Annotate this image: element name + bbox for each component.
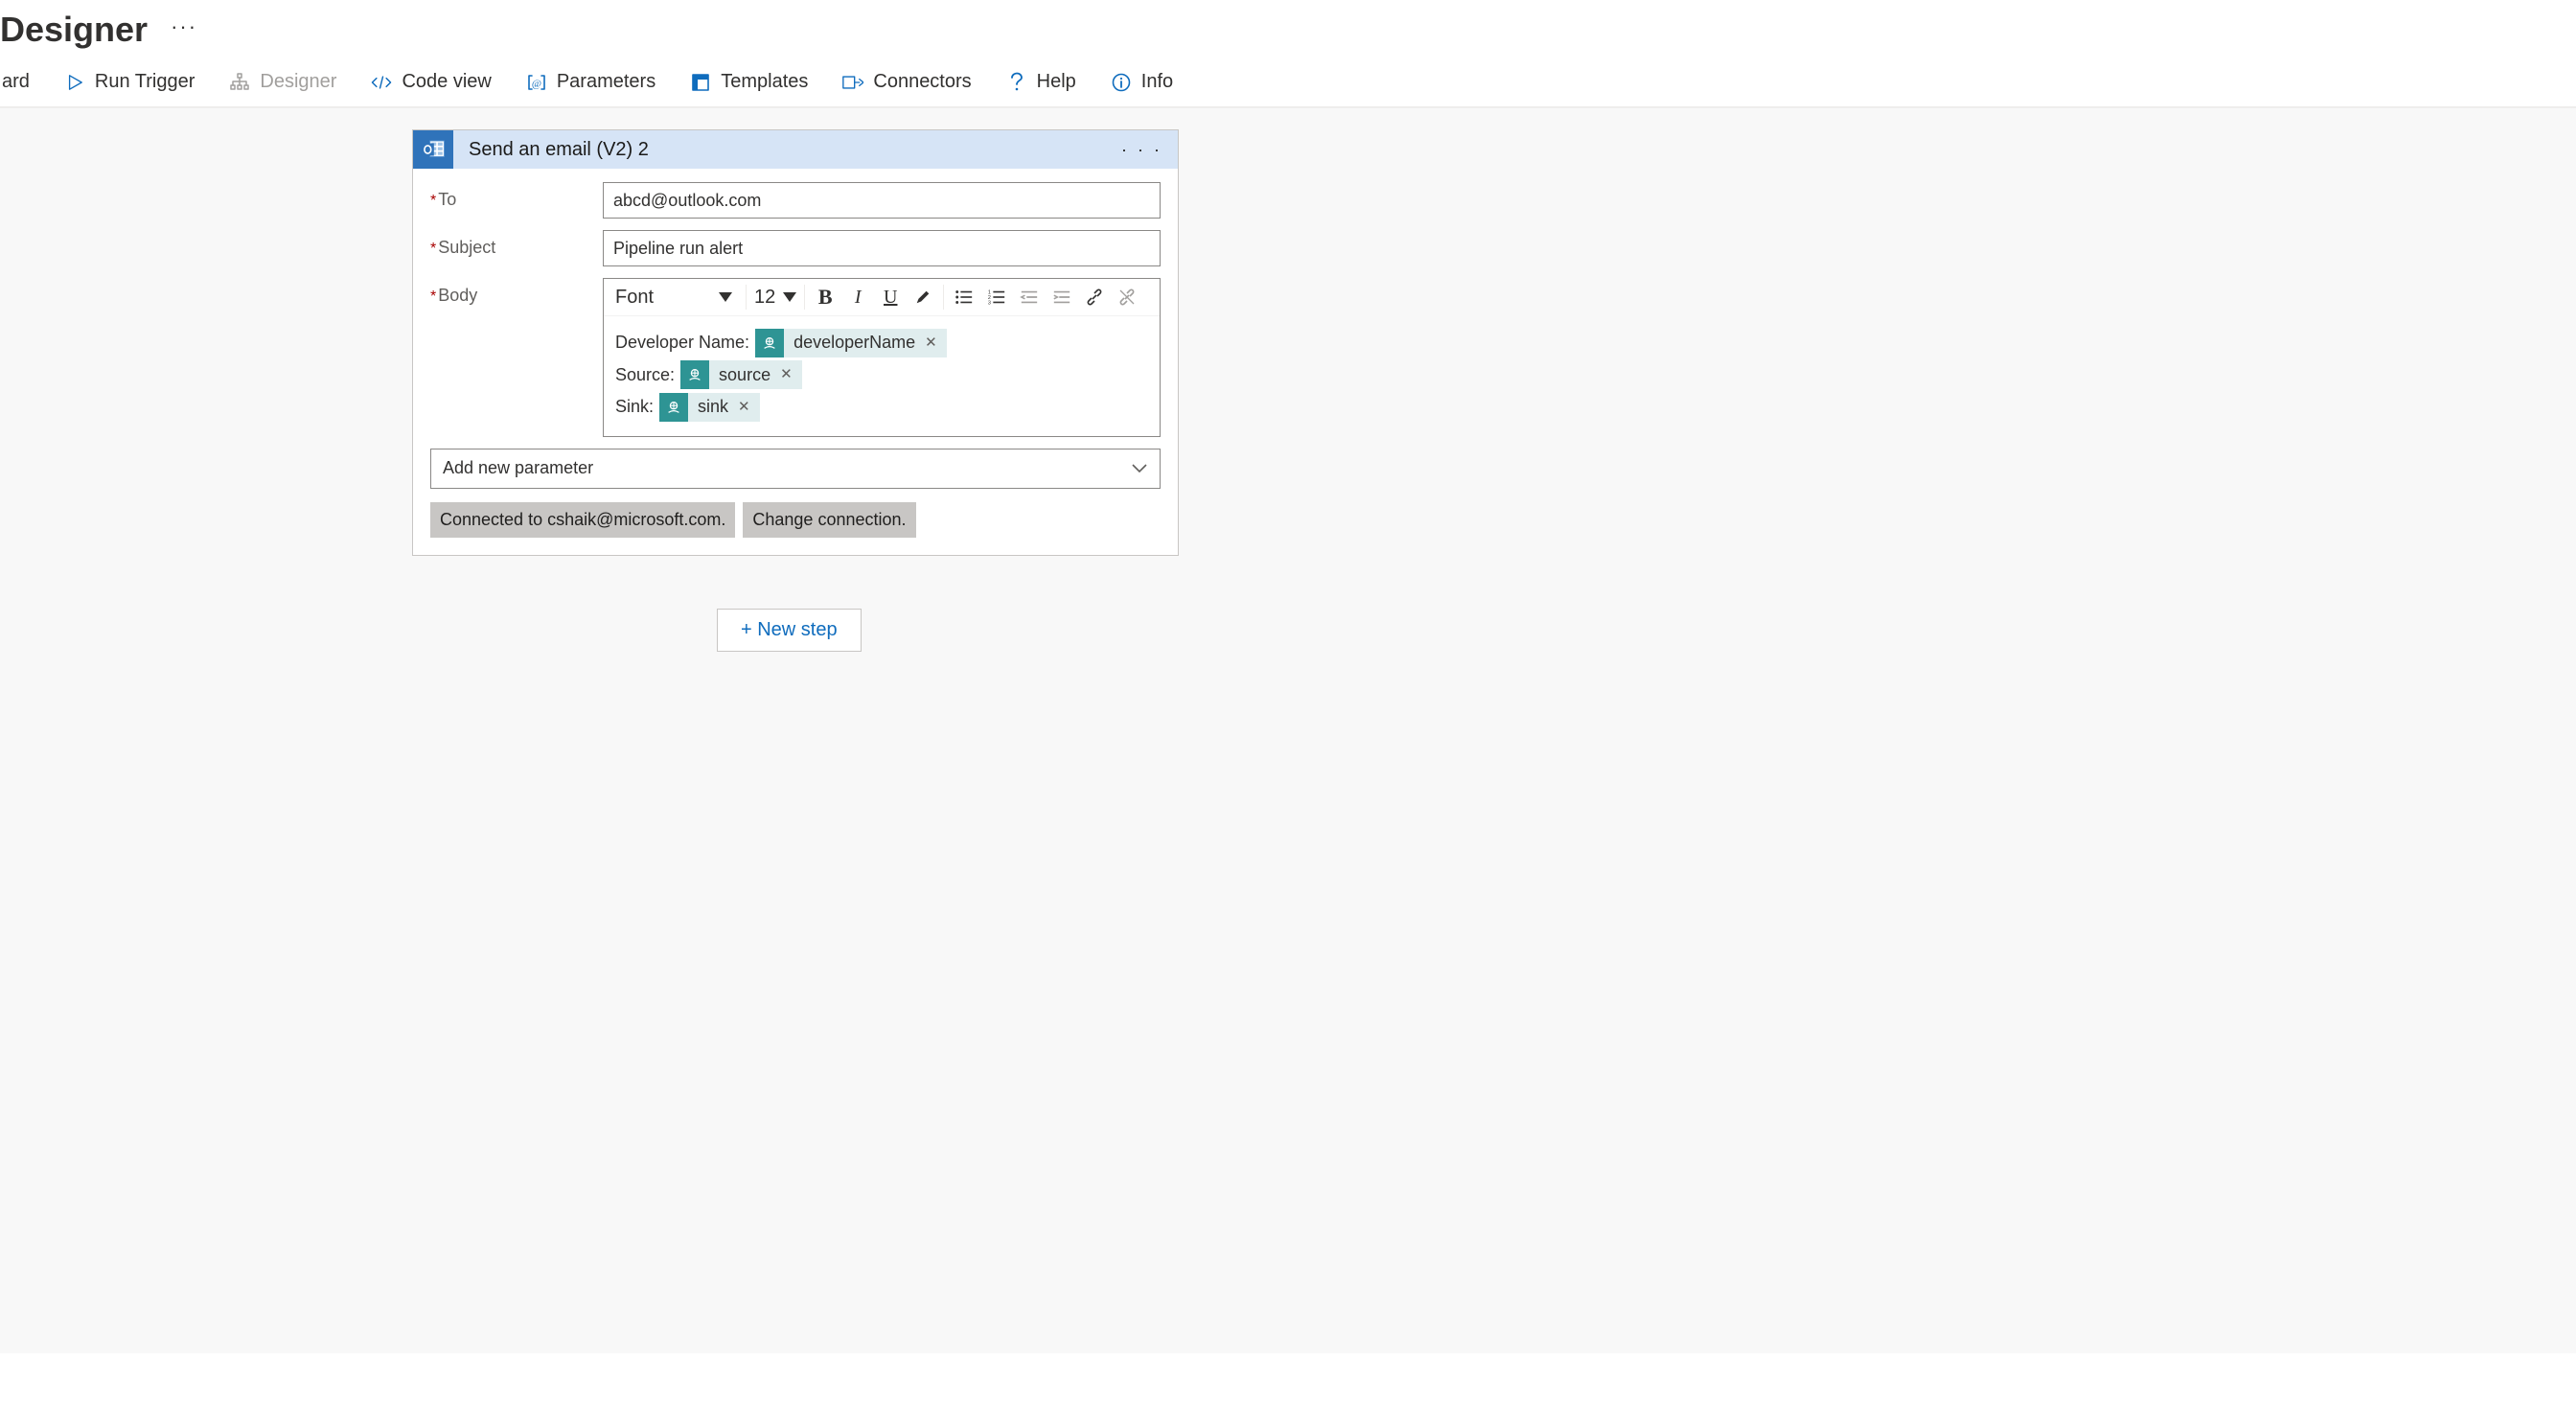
card-title: Send an email (V2) 2	[469, 139, 649, 161]
subject-input[interactable]	[603, 230, 1161, 266]
font-size-select[interactable]: 12	[750, 281, 800, 313]
token-bot-icon	[680, 360, 709, 389]
body-line-prefix: Developer Name:	[615, 328, 749, 358]
code-icon	[371, 72, 392, 93]
title-more-icon[interactable]: ···	[171, 14, 197, 45]
subject-label: *Subject	[430, 230, 593, 258]
info-button[interactable]: Info	[1111, 71, 1173, 93]
parameters-label: Parameters	[557, 71, 656, 93]
token-bot-icon	[659, 393, 688, 422]
body-label: *Body	[430, 278, 593, 306]
body-line-prefix: Source:	[615, 360, 675, 391]
body-line: Sink: sink✕	[615, 392, 1148, 423]
token-remove-icon[interactable]: ✕	[780, 362, 793, 387]
body-line: Developer Name: developerName✕	[615, 328, 1148, 358]
run-trigger-button[interactable]: Run Trigger	[64, 71, 196, 93]
info-icon	[1111, 72, 1132, 93]
outlook-icon	[413, 130, 453, 169]
to-input[interactable]	[603, 182, 1161, 219]
body-content[interactable]: Developer Name: developerName✕	[604, 316, 1160, 436]
italic-button[interactable]: I	[841, 281, 874, 313]
chevron-down-icon	[719, 292, 732, 302]
body-editor: Font 12 B I	[603, 278, 1161, 437]
token-bot-icon	[755, 329, 784, 357]
parameters-icon: @	[526, 72, 547, 93]
numbered-list-icon[interactable]: 1 2 3	[980, 281, 1013, 313]
chevron-down-icon	[783, 292, 796, 302]
outdent-icon[interactable]	[1013, 281, 1046, 313]
designer-label: Designer	[260, 71, 336, 93]
chevron-down-icon	[1131, 463, 1148, 474]
code-view-label: Code view	[402, 71, 491, 93]
font-family-select[interactable]: Font	[608, 281, 742, 313]
bold-button[interactable]: B	[809, 281, 841, 313]
change-connection-button[interactable]: Change connection.	[743, 502, 915, 538]
designer-icon	[229, 72, 250, 93]
action-card-send-email: Send an email (V2) 2 · · · *To *Subject	[412, 129, 1179, 556]
add-param-label: Add new parameter	[443, 458, 593, 478]
designer-button: Designer	[229, 71, 336, 93]
parameters-button[interactable]: @ Parameters	[526, 71, 656, 93]
code-view-button[interactable]: Code view	[371, 71, 491, 93]
token-developer-name[interactable]: developerName✕	[755, 329, 947, 357]
edit-pen-icon[interactable]	[907, 281, 939, 313]
unlink-icon[interactable]	[1111, 281, 1143, 313]
templates-icon	[690, 72, 711, 93]
svg-text:3: 3	[988, 300, 991, 306]
templates-label: Templates	[721, 71, 808, 93]
add-new-parameter-select[interactable]: Add new parameter	[430, 449, 1161, 489]
canvas-area: Send an email (V2) 2 · · · *To *Subject	[0, 107, 2576, 1353]
run-trigger-label: Run Trigger	[95, 71, 196, 93]
to-label: *To	[430, 182, 593, 210]
token-source[interactable]: source✕	[680, 360, 802, 389]
help-button[interactable]: Help	[1006, 71, 1076, 93]
body-line-prefix: Sink:	[615, 392, 654, 423]
rte-toolbar: Font 12 B I	[604, 279, 1160, 316]
cut-prefix-text: ard	[0, 71, 30, 93]
connected-to-badge: Connected to cshaik@microsoft.com.	[430, 502, 735, 538]
connectors-icon	[842, 72, 863, 93]
indent-icon[interactable]	[1046, 281, 1078, 313]
help-label: Help	[1037, 71, 1076, 93]
body-line: Source: source✕	[615, 360, 1148, 391]
info-label: Info	[1141, 71, 1173, 93]
svg-text:@: @	[532, 78, 541, 89]
link-icon[interactable]	[1078, 281, 1111, 313]
token-remove-icon[interactable]: ✕	[925, 331, 937, 356]
token-sink[interactable]: sink✕	[659, 393, 760, 422]
card-more-icon[interactable]: · · ·	[1121, 140, 1178, 160]
connectors-label: Connectors	[873, 71, 971, 93]
bulleted-list-icon[interactable]	[948, 281, 980, 313]
help-icon	[1006, 72, 1027, 93]
card-header[interactable]: Send an email (V2) 2 · · ·	[413, 130, 1178, 169]
toolbar: ard Run Trigger Designer Code view @ Par…	[0, 59, 2576, 107]
templates-button[interactable]: Templates	[690, 71, 808, 93]
page-title: Designer	[0, 10, 148, 50]
play-icon	[64, 72, 85, 93]
connectors-button[interactable]: Connectors	[842, 71, 971, 93]
underline-button[interactable]: U	[874, 281, 907, 313]
token-remove-icon[interactable]: ✕	[738, 395, 750, 420]
new-step-button[interactable]: + New step	[717, 609, 862, 652]
